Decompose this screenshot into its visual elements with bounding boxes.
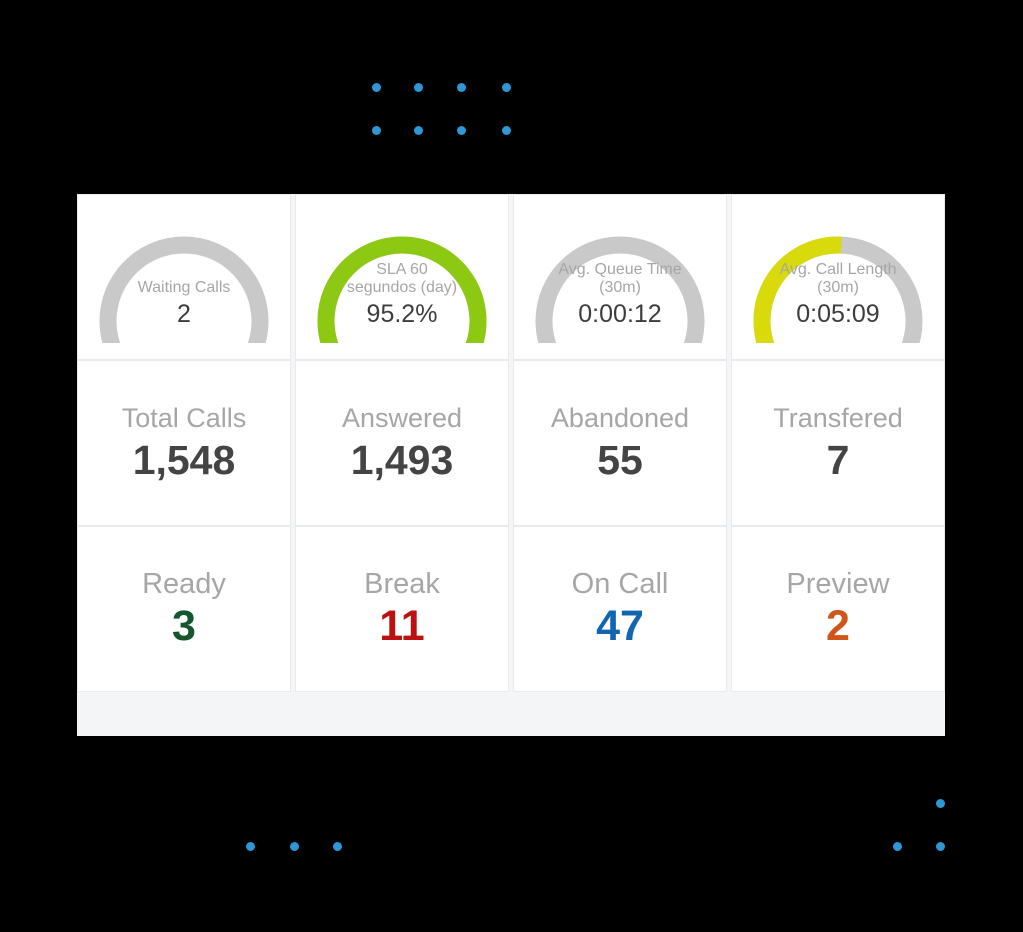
metric-label: Ready	[142, 568, 226, 600]
dot-top-icon	[372, 83, 381, 92]
gauge-value: 2	[177, 300, 191, 328]
metric-value: 1,493	[350, 437, 454, 483]
metric-card[interactable]: Total Calls 1,548	[77, 360, 291, 526]
gauge-label: SLA 60 segundos (day)	[346, 261, 458, 296]
metric-label: Preview	[786, 568, 890, 600]
metric-card[interactable]: Transfered 7	[731, 360, 945, 526]
gauge-label: Waiting Calls	[137, 279, 231, 296]
metric-label: Abandoned	[550, 403, 690, 433]
dot-top-icon	[414, 126, 423, 135]
dot-top-icon	[457, 126, 466, 135]
dashboard-panel: Waiting Calls 2 SLA 60 segundos (day) 95.2%…	[77, 194, 945, 736]
metric-value: 7	[826, 437, 850, 483]
dot-bottom-right-icon	[893, 842, 902, 851]
metric-label: Total Calls	[121, 403, 247, 433]
dot-bottom-right-icon	[936, 842, 945, 851]
metric-card[interactable]: On Call 47	[513, 526, 727, 692]
gauge-text-group: Avg. Queue Time (30m) 0:00:12	[558, 261, 682, 343]
dot-bottom-right-icon	[936, 799, 945, 808]
gauge-label: Avg. Queue Time (30m)	[558, 261, 682, 296]
gauge-card[interactable]: Avg. Call Length (30m) 0:05:09	[731, 194, 945, 360]
gauge-text-group: Waiting Calls 2	[122, 279, 246, 343]
dot-top-icon	[372, 126, 381, 135]
gauge-card[interactable]: Avg. Queue Time (30m) 0:00:12	[513, 194, 727, 360]
gauge-label: Avg. Call Length (30m)	[779, 261, 897, 296]
metric-label: On Call	[571, 568, 669, 600]
gauge-widget: Avg. Call Length (30m) 0:05:09	[740, 211, 936, 343]
dot-bottom-left-icon	[333, 842, 342, 851]
metric-card[interactable]: Ready 3	[77, 526, 291, 692]
dot-bottom-left-icon	[290, 842, 299, 851]
metrics-row: Total Calls 1,548 Answered 1,493 Abandoned 55…	[77, 360, 945, 526]
metric-label: Break	[364, 568, 440, 600]
dot-top-icon	[502, 126, 511, 135]
dot-top-icon	[502, 83, 511, 92]
dot-top-icon	[457, 83, 466, 92]
metric-value: 55	[597, 437, 643, 483]
dot-top-icon	[414, 83, 423, 92]
metric-card[interactable]: Break 11	[295, 526, 509, 692]
gauge-text-group: SLA 60 segundos (day) 95.2%	[340, 261, 464, 343]
metric-value: 11	[379, 602, 425, 650]
metric-card[interactable]: Preview 2	[731, 526, 945, 692]
metric-value: 3	[172, 602, 196, 650]
metric-value: 47	[596, 602, 644, 650]
metric-value: 2	[826, 602, 850, 650]
gauge-widget: SLA 60 segundos (day) 95.2%	[304, 211, 500, 343]
gauge-text-group: Avg. Call Length (30m) 0:05:09	[776, 261, 900, 343]
metric-value: 1,548	[132, 437, 236, 483]
metric-card[interactable]: Abandoned 55	[513, 360, 727, 526]
metric-label: Transfered	[773, 403, 903, 433]
gauge-widget: Waiting Calls 2	[86, 211, 282, 343]
agent-states-row: Ready 3 Break 11 On Call 47 Preview 2	[77, 526, 945, 692]
gauge-value: 95.2%	[366, 300, 438, 328]
metric-label: Answered	[341, 403, 463, 433]
gauge-row: Waiting Calls 2 SLA 60 segundos (day) 95.2%…	[77, 194, 945, 360]
gauge-card[interactable]: Waiting Calls 2	[77, 194, 291, 360]
gauge-card[interactable]: SLA 60 segundos (day) 95.2%	[295, 194, 509, 360]
dot-bottom-left-icon	[246, 842, 255, 851]
metric-card[interactable]: Answered 1,493	[295, 360, 509, 526]
gauge-value: 0:00:12	[578, 300, 662, 328]
gauge-value: 0:05:09	[796, 300, 880, 328]
gauge-widget: Avg. Queue Time (30m) 0:00:12	[522, 211, 718, 343]
